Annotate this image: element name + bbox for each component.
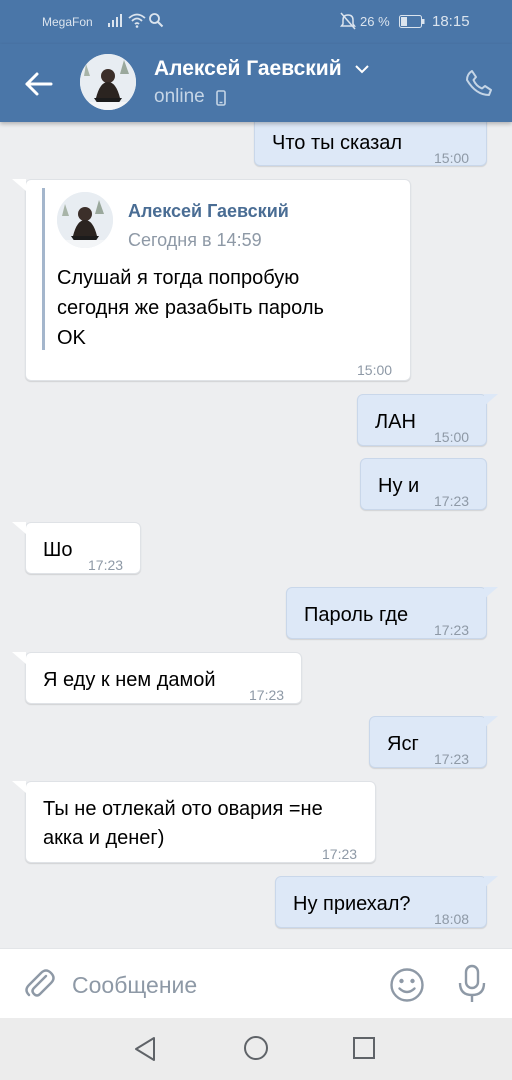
search-icon — [149, 13, 164, 28]
message-text: Ты не отлекай ото овария =не акка и дене… — [43, 795, 323, 853]
status-bar: MegaFon 26 % 18:15 — [0, 0, 512, 44]
message-text-line: акка и денег) — [43, 827, 165, 849]
status-clock: 18:15 — [432, 13, 470, 30]
message-bubble-outgoing[interactable]: Ну и 17:23 — [360, 458, 487, 510]
forwarded-text-line: Слушай я тогда попробую — [57, 267, 300, 289]
message-text: Ясг — [387, 733, 419, 755]
message-bubble-outgoing[interactable]: Ну приехал? 18:08 — [275, 876, 498, 928]
message-bubble-incoming[interactable]: Ты не отлекай ото овария =не акка и дене… — [12, 781, 376, 863]
paperclip-icon[interactable] — [24, 967, 56, 1001]
arrow-left-icon[interactable] — [20, 66, 56, 102]
battery-icon — [399, 15, 425, 28]
system-navigation-bar — [0, 1018, 512, 1080]
message-time: 17:23 — [88, 557, 124, 573]
nav-home-icon[interactable] — [243, 1035, 269, 1061]
nav-recent-apps-icon[interactable] — [352, 1036, 376, 1060]
message-time: 15:00 — [434, 429, 470, 445]
forwarded-author-name[interactable]: Алексей Гаевский — [128, 197, 289, 226]
message-time: 17:23 — [322, 846, 358, 862]
forwarded-author-avatar[interactable] — [57, 192, 113, 248]
message-bubble-outgoing[interactable]: Ясг 17:23 — [369, 716, 498, 768]
avatar[interactable] — [80, 54, 136, 110]
message-text: Ну приехал? — [293, 893, 411, 915]
mobile-device-icon — [216, 90, 226, 106]
chevron-down-icon[interactable] — [354, 64, 370, 74]
wifi-icon — [128, 13, 146, 28]
bell-muted-icon — [340, 12, 356, 30]
message-text: Что ты сказал — [272, 132, 403, 154]
message-time: 18:08 — [434, 911, 470, 927]
forward-indicator — [42, 188, 45, 350]
contact-name[interactable]: Алексей Гаевский — [154, 57, 342, 81]
message-text: Я еду к нем дамой — [43, 669, 216, 691]
message-text: Шо — [43, 539, 73, 561]
forwarded-message[interactable]: Алексей Гаевский Сегодня в 14:59 Слушай … — [12, 179, 411, 381]
message-bubble-outgoing[interactable]: Пароль где 17:23 — [286, 587, 498, 639]
message-time: 15:00 — [434, 150, 470, 166]
message-text: Пароль где — [304, 604, 409, 626]
forwarded-text-line: OK — [57, 327, 86, 349]
forwarded-date: Сегодня в 14:59 — [128, 230, 262, 250]
message-text: Ну и — [378, 475, 420, 497]
message-composer — [0, 948, 512, 1018]
chat-header: Алексей Гаевский online — [0, 44, 512, 122]
nav-back-icon[interactable] — [132, 1035, 160, 1063]
message-text: ЛАН — [375, 411, 416, 433]
message-input[interactable] — [72, 965, 362, 1005]
message-time: 17:23 — [434, 751, 470, 767]
forwarded-text: Слушай я тогда попробую сегодня же разаб… — [57, 263, 324, 353]
message-time: 15:00 — [357, 362, 393, 378]
smiley-icon[interactable] — [389, 967, 425, 1003]
online-status: online — [154, 86, 205, 107]
signal-icon — [108, 14, 122, 27]
carrier-name: MegaFon — [42, 15, 93, 29]
message-time: 17:23 — [434, 493, 470, 509]
microphone-icon[interactable] — [456, 964, 488, 1004]
battery-percent: 26 % — [360, 14, 390, 29]
message-time: 17:23 — [249, 687, 285, 703]
message-time: 17:23 — [434, 622, 470, 638]
message-text-line: Ты не отлекай ото овария =не — [43, 798, 323, 820]
phone-icon[interactable] — [464, 68, 494, 98]
forwarded-text-line: сегодня же разабыть пароль — [57, 297, 324, 319]
message-bubble-incoming[interactable]: Я еду к нем дамой 17:23 — [12, 652, 302, 704]
message-bubble-incoming[interactable]: Шо 17:23 — [12, 522, 141, 574]
message-bubble-outgoing[interactable]: ЛАН 15:00 — [357, 394, 498, 446]
